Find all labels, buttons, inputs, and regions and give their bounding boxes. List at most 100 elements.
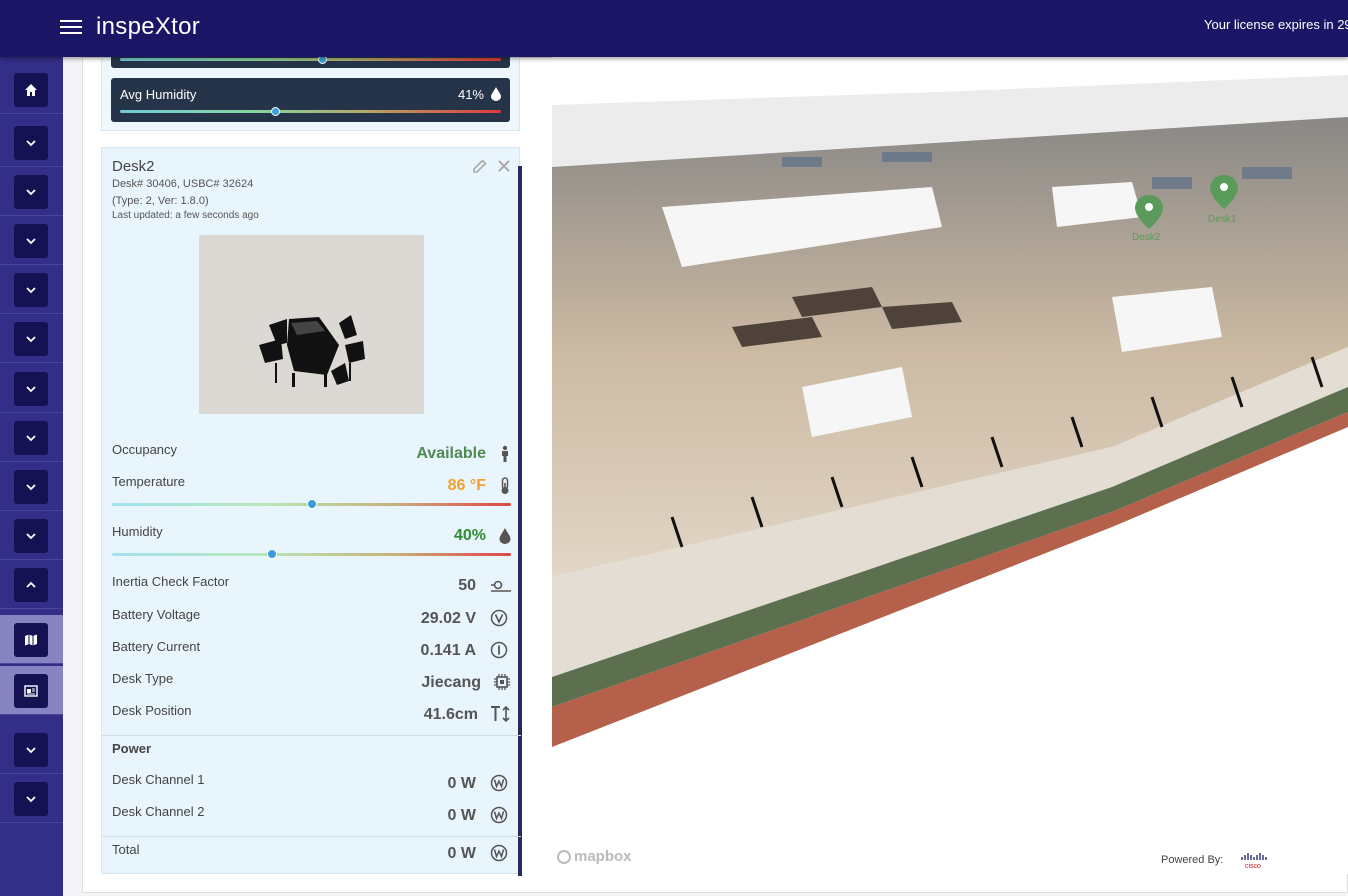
- sidebar-button[interactable]: [14, 372, 48, 406]
- chevron-down-icon: [26, 140, 36, 147]
- close-icon[interactable]: [498, 160, 510, 172]
- desk-type-version: (Type: 2, Ver: 1.8.0): [112, 195, 209, 207]
- last-updated: Last updated: a few seconds ago: [112, 210, 259, 221]
- sidebar-button[interactable]: [14, 470, 48, 504]
- sidebar-item[interactable]: [0, 118, 63, 167]
- chevron-down-icon: [26, 287, 36, 294]
- person-icon: [502, 445, 508, 462]
- temperature-slider: [112, 499, 511, 509]
- chevron-down-icon: [26, 747, 36, 754]
- license-notice: Your license expires in 29: [1204, 17, 1348, 32]
- battery-current-value: 0.141 A: [420, 642, 476, 659]
- chevron-down-icon: [26, 336, 36, 343]
- avg-humidity-knob: [271, 107, 281, 116]
- desk-channel-1-value: 0 W: [447, 775, 476, 792]
- summary-card: Avg Humidity 41%: [101, 52, 520, 131]
- chevron-down-icon: [26, 386, 36, 393]
- sidebar-button[interactable]: [14, 623, 48, 657]
- chevron-down-icon: [26, 189, 36, 196]
- sidebar-item[interactable]: [0, 216, 63, 265]
- chevron-down-icon: [26, 796, 36, 803]
- sidebar-item[interactable]: [0, 725, 63, 774]
- humidity-slider-knob: [266, 549, 277, 559]
- battery-voltage-label: Battery Voltage: [112, 607, 201, 622]
- sidebar: [0, 57, 63, 896]
- desk-title: Desk2: [112, 158, 155, 175]
- floor-map[interactable]: Desk2 Desk1: [552, 57, 1348, 874]
- sidebar-item[interactable]: [0, 413, 63, 462]
- sidebar-item[interactable]: [0, 615, 63, 664]
- sidebar-item[interactable]: [0, 65, 63, 114]
- temperature-slider-knob: [306, 499, 317, 509]
- sidebar-item[interactable]: [0, 462, 63, 511]
- sidebar-button[interactable]: [14, 519, 48, 553]
- watt-icon: [490, 806, 508, 824]
- mapbox-logo-icon: [557, 849, 571, 864]
- water-drop-icon: [499, 528, 511, 544]
- marker-label-desk1: Desk1: [1208, 214, 1237, 225]
- inertia-check-value: 50: [458, 577, 476, 594]
- humidity-label: Humidity: [112, 524, 163, 539]
- sidebar-item[interactable]: [0, 265, 63, 314]
- humidity-slider: [112, 549, 511, 559]
- chevron-down-icon: [26, 533, 36, 540]
- sidebar-button[interactable]: [14, 782, 48, 816]
- sidebar-item[interactable]: [0, 560, 63, 609]
- svg-text:cisco: cisco: [1245, 863, 1261, 869]
- chevron-up-icon: [26, 581, 36, 588]
- watt-icon: [490, 844, 508, 862]
- chevron-down-icon: [26, 238, 36, 245]
- home-icon: [25, 84, 37, 96]
- marker-label-desk2: Desk2: [1132, 232, 1161, 243]
- desk-type-label: Desk Type: [112, 671, 174, 686]
- app-title: inspeXtor: [96, 13, 201, 40]
- divider: [102, 735, 521, 736]
- sidebar-button[interactable]: [14, 674, 48, 708]
- desk-type-value: Jiecang: [421, 674, 481, 691]
- avg-humidity-label: Avg Humidity: [120, 87, 197, 102]
- temperature-value: 86 °F: [447, 477, 486, 494]
- edit-pencil-icon[interactable]: [473, 159, 487, 173]
- powered-by-label: Powered By:: [1161, 854, 1224, 866]
- sidebar-item[interactable]: [0, 314, 63, 363]
- top-app-bar: inspeXtor Your license expires in 29: [0, 0, 1348, 57]
- inertia-check-label: Inertia Check Factor: [112, 574, 230, 589]
- sidebar-button[interactable]: [14, 322, 48, 356]
- sidebar-button[interactable]: [14, 224, 48, 258]
- chevron-down-icon: [26, 484, 36, 491]
- desk-image: [199, 235, 424, 414]
- chevron-down-icon: [26, 435, 36, 442]
- map-icon: [25, 634, 37, 646]
- desk-channel-1-label: Desk Channel 1: [112, 772, 205, 787]
- floor-plan-3d[interactable]: Desk2 Desk1: [552, 57, 1348, 874]
- desk-ids: Desk# 30406, USBC# 32624: [112, 178, 254, 190]
- avg-humidity-bar: Avg Humidity 41%: [111, 78, 510, 122]
- desk-position-label: Desk Position: [112, 703, 192, 718]
- sidebar-item[interactable]: [0, 364, 63, 413]
- sidebar-button[interactable]: [14, 733, 48, 767]
- desk-detail-card: Desk2 Desk# 30406, USBC# 32624 (Type: 2,…: [101, 147, 522, 876]
- scrollbar[interactable]: [518, 166, 522, 876]
- sidebar-item[interactable]: [0, 167, 63, 216]
- sidebar-button[interactable]: [14, 73, 48, 107]
- mapbox-attribution[interactable]: mapbox: [557, 848, 632, 865]
- hamburger-menu-icon[interactable]: [58, 16, 84, 40]
- current-icon: [490, 641, 508, 659]
- total-value: 0 W: [447, 845, 476, 862]
- water-drop-icon: [491, 87, 501, 101]
- sidebar-button[interactable]: [14, 126, 48, 160]
- avg-humidity-value: 41%: [457, 87, 484, 102]
- sidebar-button[interactable]: [14, 568, 48, 602]
- sidebar-item[interactable]: [0, 666, 63, 715]
- sidebar-item[interactable]: [0, 511, 63, 560]
- sidebar-button[interactable]: [14, 421, 48, 455]
- battery-current-label: Battery Current: [112, 639, 201, 654]
- sidebar-item[interactable]: [0, 774, 63, 823]
- sidebar-button[interactable]: [14, 175, 48, 209]
- height-icon: [491, 705, 510, 723]
- voltage-icon: [490, 609, 508, 627]
- power-section-label: Power: [112, 741, 152, 756]
- inertia-icon: [491, 580, 511, 592]
- desk-position-value: 41.6cm: [423, 706, 478, 723]
- sidebar-button[interactable]: [14, 273, 48, 307]
